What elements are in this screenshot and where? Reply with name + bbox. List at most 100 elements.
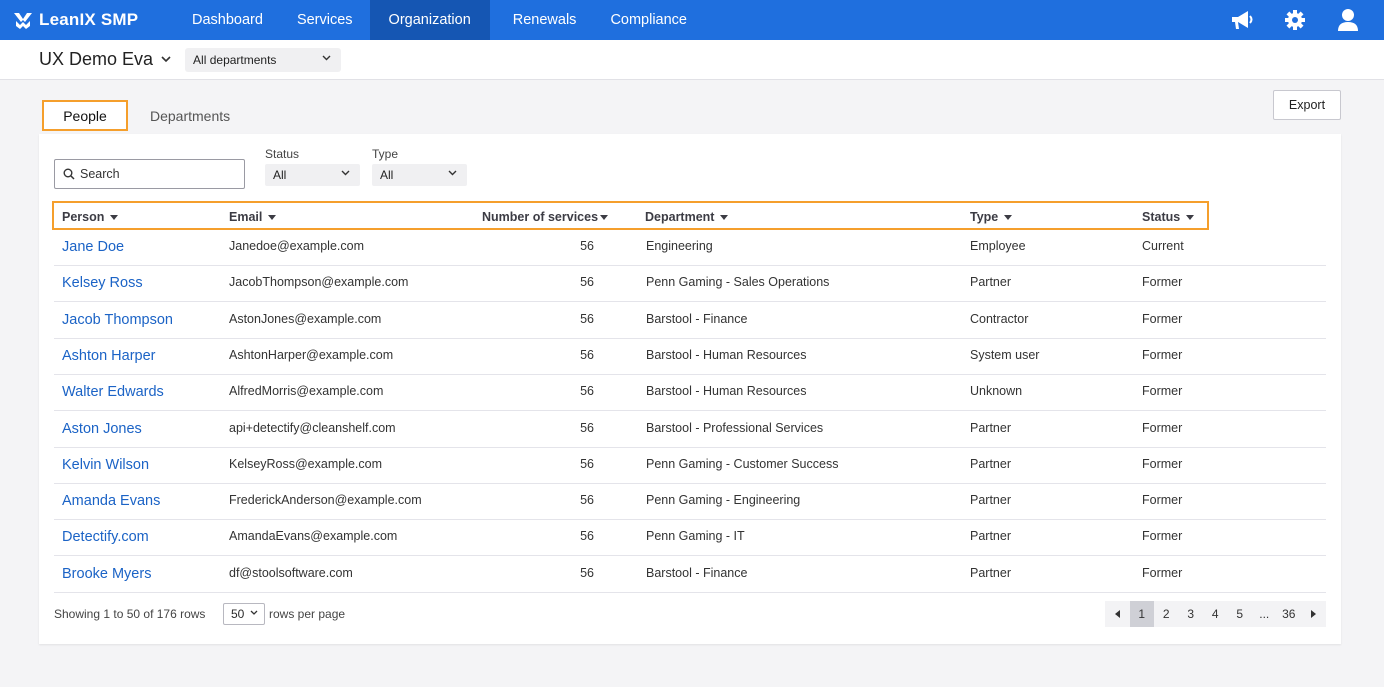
next-page-button[interactable]: [1301, 601, 1326, 627]
page-button[interactable]: 36: [1276, 601, 1301, 627]
table-row: Ashton Harper AshtonHarper@example.com 56 B…: [54, 339, 1326, 375]
column-label: Email: [229, 210, 263, 224]
page-button[interactable]: 1: [1129, 601, 1154, 627]
table-cell-email: AlfredMorris@example.com: [229, 384, 384, 399]
tab-people[interactable]: People: [42, 100, 128, 131]
status-filter-select[interactable]: All: [265, 164, 360, 186]
caret-right-icon: [1310, 610, 1316, 618]
table-cell-person[interactable]: Aston Jones: [62, 421, 142, 437]
table-header-highlight: [52, 201, 1209, 230]
table-cell-type: System user: [970, 347, 1040, 362]
table-cell-person[interactable]: Jane Doe: [62, 239, 124, 255]
table-cell-services: 56: [580, 420, 594, 435]
prev-page-button[interactable]: [1105, 601, 1130, 627]
brand-name: LeanIX SMP: [39, 10, 139, 29]
table-cell-services: 56: [580, 384, 594, 399]
rows-per-page-label: rows per page: [269, 607, 346, 621]
status-filter-value: All: [273, 168, 287, 182]
table-cell-status: Former: [1142, 493, 1183, 508]
brand[interactable]: LeanIX SMP: [0, 0, 175, 40]
table-cell-type: Unknown: [970, 384, 1023, 399]
table-cell-services: 56: [580, 493, 594, 508]
table-cell-type: Partner: [970, 493, 1011, 508]
table-cell-status: Former: [1142, 384, 1183, 399]
megaphone-icon[interactable]: [1229, 7, 1255, 33]
pagination: 1 2 3 4 5... 36: [1105, 601, 1326, 627]
table-cell-status: Former: [1142, 347, 1183, 362]
table-cell-department: Penn Gaming - Customer Success: [646, 456, 839, 471]
table-cell-person[interactable]: Detectify.com: [62, 529, 149, 545]
column-header-type[interactable]: Type: [970, 210, 1013, 224]
nav-dashboard[interactable]: Dashboard: [175, 0, 280, 40]
caret-down-icon: [268, 214, 277, 220]
chevron-down-icon: [161, 56, 171, 63]
nav-compliance[interactable]: Compliance: [593, 0, 704, 40]
table-cell-services: 56: [580, 456, 594, 471]
table-cell-email: AshtonHarper@example.com: [229, 347, 394, 362]
column-header-person[interactable]: Person: [62, 210, 119, 224]
caret-down-icon: [1004, 214, 1013, 220]
workspace-selector[interactable]: UX Demo Eva: [39, 49, 171, 70]
column-label: Status: [1142, 210, 1181, 224]
table-cell-person[interactable]: Brooke Myers: [62, 566, 151, 582]
gear-icon[interactable]: [1282, 7, 1308, 33]
department-filter-value: All departments: [193, 52, 277, 67]
tab-departments[interactable]: Departments: [150, 100, 230, 131]
column-header-services[interactable]: Number of services: [482, 210, 609, 224]
sub-header: UX Demo Eva All departments: [0, 40, 1384, 80]
table-cell-department: Barstool - Human Resources: [646, 384, 807, 399]
leanix-logo-icon: [14, 13, 32, 29]
column-header-department[interactable]: Department: [645, 210, 729, 224]
caret-down-icon: [1186, 214, 1195, 220]
table-row: Aston Jones api+detectify@cleanshelf.com 5…: [54, 412, 1326, 448]
table-cell-services: 56: [580, 529, 594, 544]
page-button[interactable]: 4: [1203, 601, 1228, 627]
nav-services[interactable]: Services: [280, 0, 370, 40]
table-cell-person[interactable]: Kelsey Ross: [62, 275, 143, 291]
type-filter-select[interactable]: All: [372, 164, 467, 186]
page-button[interactable]: 3: [1178, 601, 1203, 627]
page-button[interactable]: 2: [1154, 601, 1179, 627]
caret-down-icon: [110, 214, 119, 220]
nav-renewals[interactable]: Renewals: [496, 0, 594, 40]
table-cell-department: Barstool - Human Resources: [646, 347, 807, 362]
table-cell-person[interactable]: Ashton Harper: [62, 348, 156, 364]
page-button[interactable]: 5: [1227, 601, 1252, 627]
search-placeholder: Search: [80, 167, 120, 181]
table-cell-person[interactable]: Kelvin Wilson: [62, 457, 149, 473]
nav-organization[interactable]: Organization: [369, 0, 490, 40]
caret-down-icon: [600, 214, 609, 220]
export-button[interactable]: Export: [1273, 90, 1341, 120]
table-row: Brooke Myers df@stoolsoftware.com 56 Barsto…: [54, 557, 1326, 593]
table-cell-type: Employee: [970, 239, 1026, 253]
rows-per-page-value: 50: [231, 607, 245, 621]
table-cell-status: Current: [1142, 239, 1184, 253]
table-cell-department: Penn Gaming - Sales Operations: [646, 275, 830, 290]
search-input[interactable]: Search: [54, 159, 245, 189]
table-cell-type: Partner: [970, 420, 1011, 435]
table-cell-person[interactable]: Amanda Evans: [62, 493, 160, 509]
user-icon[interactable]: [1335, 7, 1361, 33]
column-header-status[interactable]: Status: [1142, 210, 1195, 224]
people-table-card: Search Status All Type All Person Email …: [39, 134, 1341, 644]
caret-left-icon: [1114, 610, 1120, 618]
table-cell-email: KelseyRoss@example.com: [229, 456, 383, 471]
table-cell-status: Former: [1142, 420, 1183, 435]
column-label: Number of services: [482, 210, 599, 224]
search-icon: [63, 168, 75, 180]
column-header-email[interactable]: Email: [229, 210, 277, 224]
column-label: Person: [62, 210, 105, 224]
table-cell-type: Partner: [970, 456, 1011, 471]
chevron-down-icon: [250, 610, 258, 615]
chevron-down-icon: [448, 170, 457, 176]
table-cell-services: 56: [580, 347, 594, 362]
table-cell-services: 56: [580, 565, 594, 580]
table-cell-person[interactable]: Walter Edwards: [62, 384, 164, 400]
rows-per-page-select[interactable]: 50: [223, 603, 265, 625]
table-cell-status: Former: [1142, 456, 1183, 471]
caret-down-icon: [720, 214, 729, 220]
type-filter-label: Type: [372, 147, 399, 161]
table-cell-person[interactable]: Jacob Thompson: [62, 312, 173, 328]
department-filter-select[interactable]: All departments: [185, 47, 342, 72]
table-cell-email: FrederickAnderson@example.com: [229, 493, 422, 508]
